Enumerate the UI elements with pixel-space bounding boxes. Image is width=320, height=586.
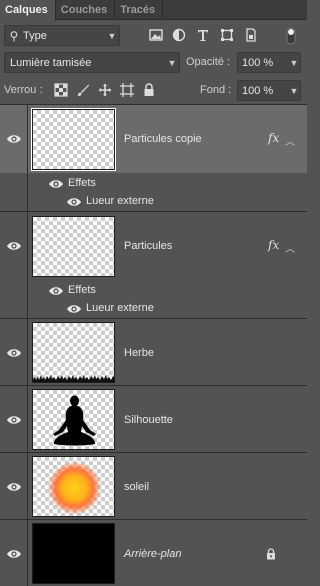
- layer-name[interactable]: Herbe: [124, 347, 154, 359]
- layer-row[interactable]: Particules copie fx ︿ Effets Lueur exter…: [0, 105, 307, 212]
- eye-icon[interactable]: [6, 414, 22, 426]
- chevron-down-icon: ▼: [167, 57, 177, 68]
- eye-icon[interactable]: [6, 240, 22, 252]
- lock-artboard-icon[interactable]: [120, 83, 134, 97]
- smart-object-filter-icon[interactable]: [244, 28, 258, 42]
- blend-row: Lumière tamisée ▼ Opacité : 100 % ▼: [0, 52, 307, 74]
- chevron-down-icon: ▼: [107, 30, 117, 41]
- chevron-up-icon[interactable]: ︿: [285, 240, 295, 255]
- layer-name[interactable]: Particules copie: [124, 133, 202, 145]
- effect-name[interactable]: Lueur externe: [86, 195, 154, 207]
- chevron-down-icon: ▼: [289, 57, 299, 68]
- tab-calques[interactable]: Calques: [0, 0, 56, 21]
- shape-filter-icon[interactable]: [220, 28, 234, 42]
- layer-row[interactable]: Arrière-plan: [0, 520, 307, 586]
- opacity-field[interactable]: 100 % ▼: [237, 52, 301, 73]
- effects-label: Effets: [68, 177, 96, 189]
- layer-name[interactable]: Particules: [124, 240, 172, 252]
- layer-name[interactable]: Arrière-plan: [124, 548, 181, 560]
- filter-toggle-icon[interactable]: [284, 27, 298, 45]
- filter-kind-label: Type: [23, 29, 47, 42]
- eye-icon[interactable]: [48, 285, 64, 297]
- sun-thumbnail-icon: [47, 461, 102, 515]
- layer-name[interactable]: soleil: [124, 481, 149, 493]
- fill-label: Fond :: [200, 84, 232, 96]
- fx-icon[interactable]: fx: [268, 131, 279, 145]
- layer-thumbnail: [32, 216, 115, 277]
- fill-value: 100 %: [242, 84, 274, 97]
- fx-icon[interactable]: fx: [268, 238, 279, 252]
- effect-item-row: Lueur externe: [0, 300, 307, 317]
- layer-row[interactable]: Herbe: [0, 319, 307, 386]
- effects-row: Effets: [0, 282, 307, 299]
- grass-thumbnail-icon: [33, 375, 114, 382]
- layer-thumbnail: [32, 389, 115, 450]
- layer-name[interactable]: Silhouette: [124, 414, 173, 426]
- eye-icon[interactable]: [6, 133, 22, 145]
- opacity-value: 100 %: [242, 56, 274, 69]
- chevron-up-icon[interactable]: ︿: [285, 133, 295, 148]
- eye-icon[interactable]: [6, 481, 22, 493]
- lock-all-icon[interactable]: [142, 83, 156, 97]
- lock-position-icon[interactable]: [98, 83, 112, 97]
- eye-icon[interactable]: [66, 196, 82, 208]
- effects-label: Effets: [68, 284, 96, 296]
- eye-icon[interactable]: [6, 548, 22, 560]
- lock-icon: [267, 548, 275, 560]
- search-icon: ⚲: [9, 28, 19, 43]
- type-filter-icon[interactable]: [196, 28, 210, 42]
- layer-row[interactable]: Silhouette: [0, 386, 307, 453]
- layers-list: Particules copie fx ︿ Effets Lueur exter…: [0, 104, 307, 586]
- layer-thumbnail: [32, 456, 115, 517]
- lock-row: Verrou : Fond : 100 % ▼: [0, 80, 307, 102]
- layer-filter-row: ⚲ Type ▼: [0, 23, 307, 49]
- tab-couches[interactable]: Couches: [56, 0, 116, 20]
- lock-transparency-icon[interactable]: [54, 83, 68, 97]
- fill-field[interactable]: 100 % ▼: [237, 80, 301, 101]
- layer-row[interactable]: Particules fx ︿ Effets Lueur externe: [0, 212, 307, 319]
- filter-kind-dropdown[interactable]: ⚲ Type ▼: [4, 25, 120, 46]
- adjustment-filter-icon[interactable]: [172, 28, 186, 42]
- blend-mode-dropdown[interactable]: Lumière tamisée ▼: [4, 52, 180, 73]
- effects-row: Effets: [0, 175, 307, 192]
- layer-row[interactable]: soleil: [0, 453, 307, 520]
- panel-tabs: Calques Couches Tracés: [0, 0, 307, 21]
- image-filter-icon[interactable]: [149, 28, 163, 42]
- meditation-silhouette-icon: [53, 395, 96, 446]
- layer-thumbnail: [31, 108, 116, 171]
- opacity-label: Opacité :: [186, 56, 231, 68]
- lock-pixels-icon[interactable]: [76, 83, 90, 97]
- effect-item-row: Lueur externe: [0, 193, 307, 210]
- effect-name[interactable]: Lueur externe: [86, 302, 154, 314]
- layer-thumbnail: [32, 523, 115, 584]
- eye-icon[interactable]: [6, 347, 22, 359]
- blend-mode-value: Lumière tamisée: [10, 56, 92, 69]
- eye-icon[interactable]: [48, 178, 64, 190]
- tab-traces[interactable]: Tracés: [115, 0, 164, 20]
- lock-label: Verrou :: [4, 84, 43, 96]
- layer-thumbnail: [32, 322, 115, 383]
- chevron-down-icon: ▼: [289, 85, 299, 96]
- eye-icon[interactable]: [66, 303, 82, 315]
